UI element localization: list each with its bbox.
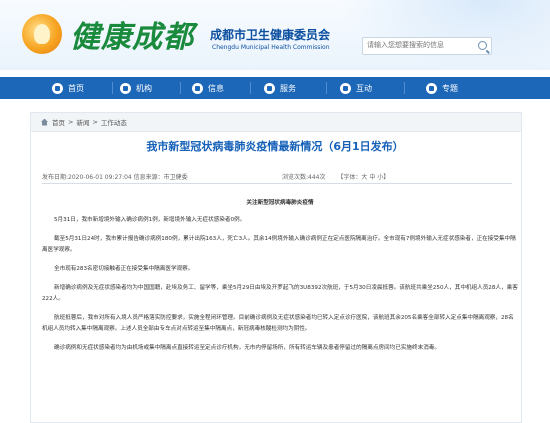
article-paragraph: 确诊病例和无症状感染者均为由机场或集中隔离点直接转运至定点诊疗机构，无市内停留场… (54, 345, 440, 351)
breadcrumb-work-updates[interactable]: 工作动态 (101, 117, 127, 127)
nav-item-information[interactable]: 信息 (192, 77, 224, 99)
breadcrumb: 首页 > 新闻 > 工作动态 (31, 113, 521, 132)
home-icon (41, 118, 48, 126)
publish-date: 发布日期:2020-06-01 09:27:04 (42, 174, 132, 181)
font-size-switcher[interactable]: 【字体：大 中 小】 (337, 174, 389, 181)
search-box[interactable] (362, 37, 492, 55)
nav-item-label: 信息 (208, 83, 224, 93)
nav-item-label: 服务 (280, 83, 296, 93)
nav-divider (404, 82, 405, 94)
view-count: 浏览次数:444次 (282, 174, 326, 181)
nav-item-label: 专题 (442, 83, 458, 93)
org-name-cn: 成都市卫生健康委员会 (210, 28, 331, 42)
topic-icon (426, 82, 437, 94)
article-paragraph: 航班抵蓉后，我市对所有入境人员严格落实防控要求，实施全程闭环管理。目前确诊病例及… (42, 315, 514, 332)
breadcrumb-news[interactable]: 新闻 (76, 117, 89, 127)
nav-divider (180, 82, 181, 94)
building-icon (120, 82, 131, 94)
info-icon (192, 82, 203, 94)
service-icon (264, 82, 275, 94)
article-subheading: 关注新型冠状病毒肺炎疫情 (246, 200, 314, 206)
nav-divider (112, 82, 113, 94)
nav-item-home[interactable]: 首页 (52, 77, 84, 99)
nav-item-organization[interactable]: 机构 (120, 77, 152, 99)
nav-divider (326, 82, 327, 94)
breadcrumb-separator: > (92, 118, 98, 126)
meta-divider (42, 183, 512, 184)
nav-item-label: 机构 (136, 83, 152, 93)
site-header: 健康成都 成都市卫生健康委员会 Chengdu Municipal Health… (0, 0, 550, 70)
nav-item-topic[interactable]: 专题 (426, 77, 458, 99)
search-icon[interactable] (478, 41, 487, 50)
site-brand[interactable]: 健康成都 (70, 12, 194, 56)
site-logo-icon[interactable] (22, 14, 62, 54)
article-paragraph: 新增确诊病例及无症状感染者均为中国国籍，赴埃及务工、留学等，乘坐5月29日由埃及… (42, 285, 518, 302)
nav-item-label: 互动 (356, 83, 372, 93)
chat-icon (340, 82, 351, 94)
home-icon (52, 82, 63, 94)
breadcrumb-home[interactable]: 首页 (52, 117, 65, 127)
article-paragraph: 全市现有283名密切接触者正在接受集中隔离医学观察。 (54, 266, 194, 272)
nav-item-service[interactable]: 服务 (264, 77, 296, 99)
nav-divider (250, 82, 251, 94)
article-paragraph: 5月31日，我市新增境外输入确诊病例1例，新增境外输入无症状感染者0例。 (54, 217, 246, 223)
article-source: 信息来源：市卫健委 (133, 174, 188, 181)
org-name-en: Chengdu Municipal Health Commission (212, 44, 330, 51)
nav-item-label: 首页 (68, 83, 84, 93)
header-decoration (340, 0, 550, 70)
article-body: 关注新型冠状病毒肺炎疫情 5月31日，我市新增境外输入确诊病例1例，新增境外输入… (42, 198, 518, 362)
article-paragraph: 截至5月31日24时，我市累计报告确诊病例180例，累计出院163人，死亡3人。… (42, 236, 516, 253)
article-meta: 发布日期:2020-06-01 09:27:04 信息来源：市卫健委 浏览次数:… (42, 172, 522, 181)
nav-item-interaction[interactable]: 互动 (340, 77, 372, 99)
breadcrumb-separator: > (68, 118, 74, 126)
search-input[interactable] (363, 38, 471, 52)
main-nav: 首页 机构 信息 服务 互动 专题 (0, 77, 550, 99)
page-title: 我市新型冠状病毒肺炎疫情最新情况（6月1日发布） (146, 140, 404, 153)
